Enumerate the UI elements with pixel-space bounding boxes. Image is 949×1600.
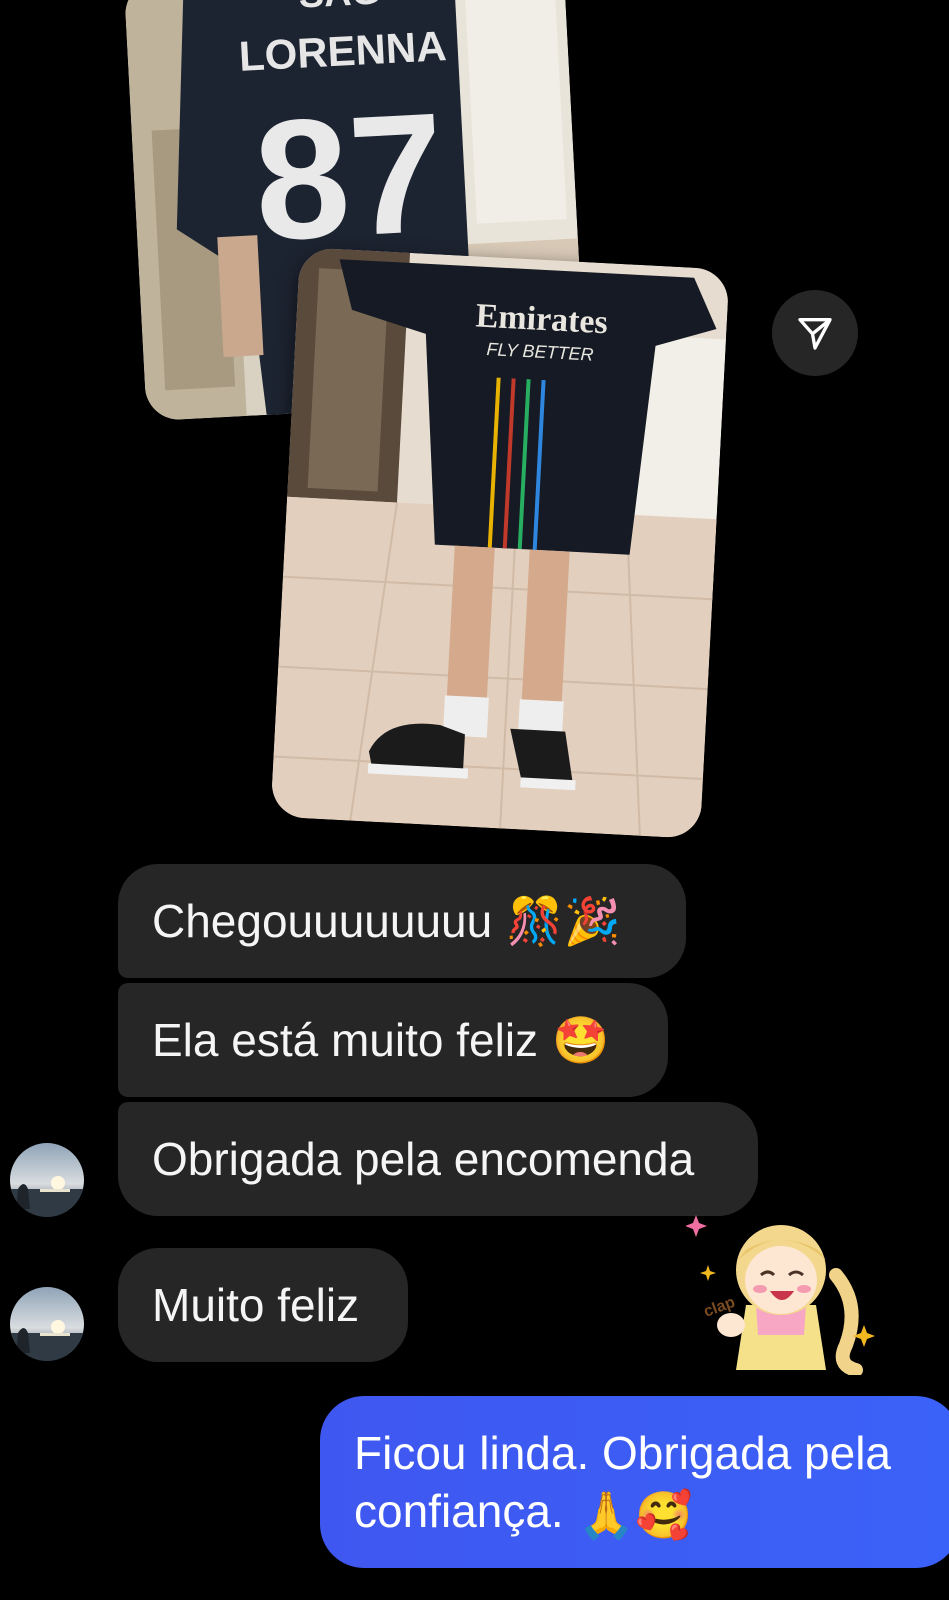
jersey-number-text: 87 [250,77,449,277]
sent-message-text: confiança. [354,1485,564,1537]
anime-girl-sticker-image: clap [685,1215,875,1377]
jersey-front-image: Emirates FLY BETTER [270,247,730,839]
paper-plane-icon [798,318,832,350]
contact-avatar[interactable] [10,1143,84,1217]
message-text: Ela está muito feliz [152,1014,539,1066]
message-text: Muito feliz [152,1279,360,1331]
received-message[interactable]: Chegouuuuuuuu 🎊🎉 [118,864,686,978]
party-emoji: 🎊🎉 [506,895,621,947]
sunset-avatar-image [10,1287,84,1361]
praying-hands-emoji: 🙏🥰 [577,1488,693,1541]
sent-message-line-2: confiança. 🙏🥰 [354,1482,926,1544]
sponsor-text: Emirates [475,297,609,341]
star-struck-emoji: 🤩 [552,1014,610,1066]
sent-message[interactable]: Ficou linda. Obrigada pela confiança. 🙏🥰 [320,1396,949,1568]
contact-avatar[interactable] [10,1287,84,1361]
clap-sticker[interactable]: clap [685,1205,876,1377]
sunset-avatar-image [10,1143,84,1217]
shared-photo-jersey-front[interactable]: Emirates FLY BETTER [270,247,730,839]
sent-message-line-1: Ficou linda. Obrigada pela [354,1427,891,1479]
received-message[interactable]: Ela está muito feliz 🤩 [118,983,668,1097]
received-message[interactable]: Obrigada pela encomenda [118,1102,758,1216]
share-button[interactable] [772,290,858,376]
message-text: Obrigada pela encomenda [152,1133,695,1185]
received-message[interactable]: Muito feliz [118,1248,408,1362]
message-text: Chegouuuuuuuu [152,895,493,947]
